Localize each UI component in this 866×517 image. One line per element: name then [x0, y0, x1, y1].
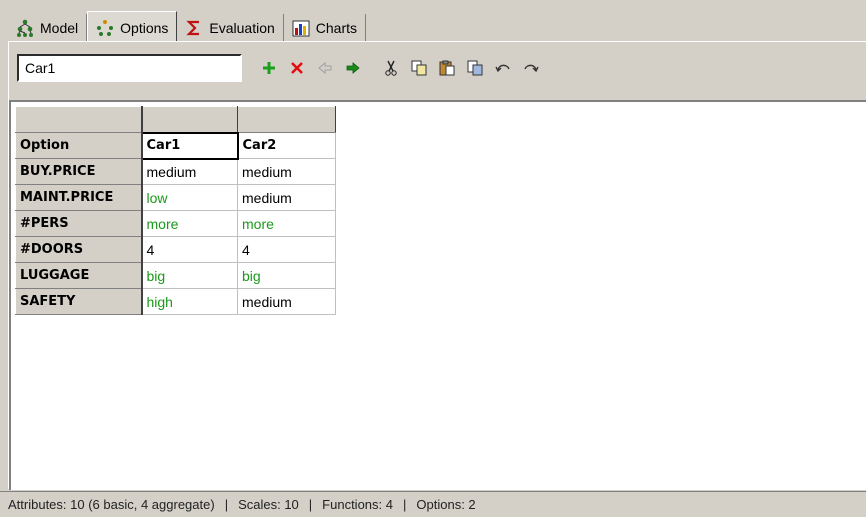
value-cell[interactable]: 4 — [237, 236, 336, 263]
move-right-icon[interactable] — [342, 57, 364, 79]
option-name-input[interactable]: Car1 — [17, 54, 242, 82]
table-row: #PERS more more — [15, 210, 336, 237]
tab-options[interactable]: Options — [87, 11, 178, 43]
status-separator: | — [224, 497, 229, 512]
delete-icon[interactable] — [286, 57, 308, 79]
value-cell[interactable]: medium — [237, 184, 336, 211]
options-panel: Car1 Option Car1 Car2 BUY.PRICE medium m… — [8, 41, 866, 490]
tab-charts[interactable]: Charts — [283, 14, 367, 42]
status-scales: Scales: 10 — [238, 497, 299, 512]
status-functions: Functions: 4 — [322, 497, 393, 512]
tab-model[interactable]: Model — [8, 14, 88, 42]
attribute-label: #PERS — [15, 210, 143, 237]
value-cell[interactable]: more — [237, 210, 336, 237]
value-cell[interactable]: more — [141, 210, 238, 237]
undo-icon[interactable] — [492, 57, 514, 79]
options-grid: Option Car1 Car2 BUY.PRICE medium medium MA… — [15, 106, 336, 315]
tab-evaluation[interactable]: Evaluation — [177, 14, 284, 42]
add-icon[interactable] — [258, 57, 280, 79]
table-row: #DOORS 4 4 — [15, 236, 336, 263]
attribute-label: SAFETY — [15, 288, 143, 315]
value-cell[interactable]: big — [141, 262, 238, 289]
dots-icon — [96, 19, 114, 37]
toolbar: Car1 — [17, 52, 857, 84]
tree-icon — [16, 19, 34, 37]
redo-icon[interactable] — [520, 57, 542, 79]
table-row: LUGGAGE big big — [15, 262, 336, 289]
paste-icon[interactable] — [436, 57, 458, 79]
value-cell[interactable]: medium — [237, 288, 336, 315]
option-name-cell[interactable]: Car2 — [237, 132, 336, 159]
cut-icon[interactable] — [380, 57, 402, 79]
tab-model-label: Model — [40, 20, 79, 36]
option-name-row: Option Car1 Car2 — [15, 131, 336, 160]
sigma-icon — [185, 19, 203, 37]
value-cell[interactable]: 4 — [141, 236, 238, 263]
option-name-cell[interactable]: Car1 — [140, 131, 239, 160]
column-header-2[interactable] — [237, 106, 336, 133]
attribute-label: #DOORS — [15, 236, 143, 263]
tab-charts-label: Charts — [315, 20, 358, 36]
tab-options-label: Options — [120, 19, 169, 36]
status-separator: | — [403, 497, 407, 512]
paste-special-icon[interactable] — [464, 57, 486, 79]
option-header-label: Option — [15, 132, 143, 159]
value-cell[interactable]: big — [237, 262, 336, 289]
status-attributes: Attributes: 10 (6 basic, 4 aggregate) — [8, 497, 215, 512]
tab-evaluation-label: Evaluation — [209, 20, 275, 36]
copy-icon[interactable] — [408, 57, 430, 79]
value-cell[interactable]: medium — [141, 158, 238, 185]
status-bar: Attributes: 10 (6 basic, 4 aggregate) | … — [0, 491, 866, 517]
tab-strip: Model Options Evaluation Charts — [8, 10, 367, 43]
value-cell[interactable]: low — [141, 184, 238, 211]
table-row: BUY.PRICE medium medium — [15, 158, 336, 185]
table-row: MAINT.PRICE low medium — [15, 184, 336, 211]
move-left-icon[interactable] — [314, 57, 336, 79]
column-header-1[interactable] — [141, 106, 238, 133]
grid-top-row — [15, 106, 336, 133]
value-cell[interactable]: high — [141, 288, 238, 315]
status-separator: | — [308, 497, 313, 512]
attribute-label: MAINT.PRICE — [15, 184, 143, 211]
grid-corner-cell — [15, 106, 143, 133]
attribute-label: BUY.PRICE — [15, 158, 143, 185]
chart-icon — [292, 19, 310, 37]
options-grid-area: Option Car1 Car2 BUY.PRICE medium medium MA… — [9, 100, 866, 490]
attribute-label: LUGGAGE — [15, 262, 143, 289]
status-options: Options: 2 — [416, 497, 476, 512]
table-row: SAFETY high medium — [15, 288, 336, 315]
value-cell[interactable]: medium — [237, 158, 336, 185]
